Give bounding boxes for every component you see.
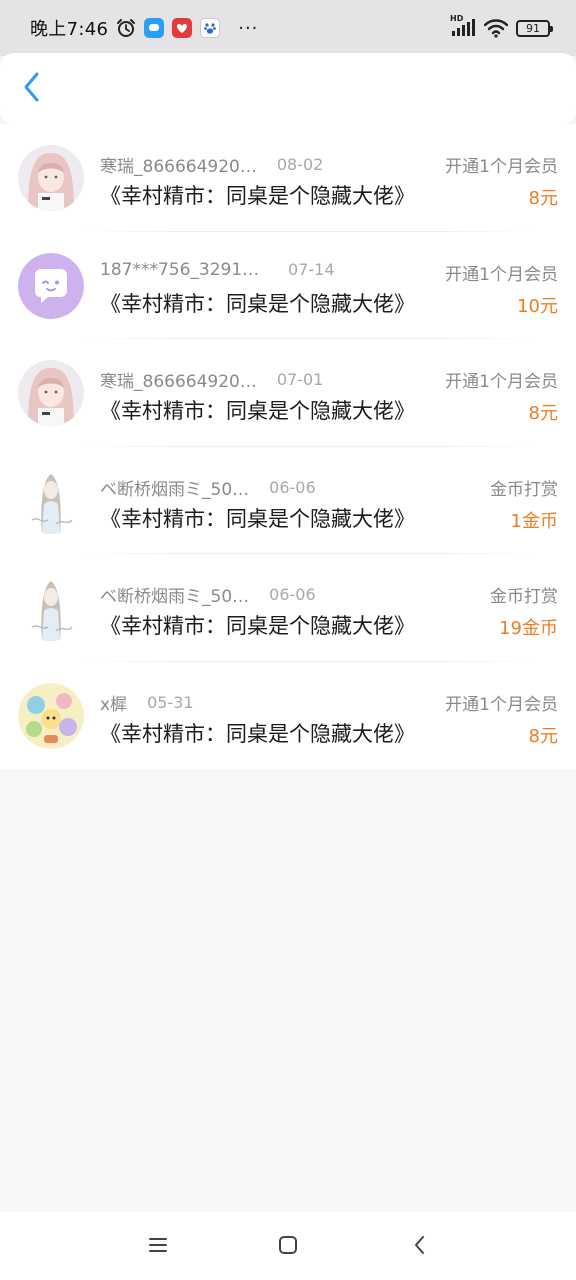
avatar[interactable] [18, 252, 84, 319]
avatar[interactable] [18, 467, 84, 534]
status-time: 晚上7:46 [30, 19, 109, 40]
status-right: HD 91 [450, 14, 553, 38]
record-date: 05-31 [147, 692, 194, 712]
record-amount: 19金币 [499, 618, 558, 639]
status-bar: 晚上7:46 ··· HD 91 [0, 0, 576, 56]
sketch-girl-avatar-icon [18, 575, 84, 641]
red-app-icon [172, 18, 193, 38]
record-amount: 1金币 [510, 510, 558, 532]
record-date: 07-14 [288, 260, 335, 279]
record-action: 开通1个月会员 [445, 264, 558, 285]
avatar[interactable] [18, 682, 84, 749]
list-item[interactable]: ベ断桥烟雨ミ_50… 06-06 《幸村精市：同桌是个隐藏大佬》 金币打赏 1金… [0, 447, 576, 555]
list-item[interactable]: 寒瑞_866664920… 08-02 《幸村精市：同桌是个隐藏大佬》 开通1个… [0, 124, 576, 232]
back-nav-button[interactable] [405, 1232, 435, 1262]
alarm-icon [116, 18, 136, 38]
record-action: 金币打赏 [490, 479, 558, 500]
menu-icon [148, 1236, 168, 1258]
avatar[interactable] [18, 145, 84, 211]
user-name[interactable]: ベ断桥烟雨ミ_50… [100, 582, 249, 607]
back-triangle-icon [412, 1235, 428, 1259]
record-amount: 8元 [528, 725, 558, 747]
baidu-app-icon [200, 18, 221, 38]
list-item[interactable]: 寒瑞_866664920… 07-01 《幸村精市：同桌是个隐藏大佬》 开通1个… [0, 339, 576, 447]
list-item[interactable]: 187***756_32916… 07-14 《幸村精市：同桌是个隐藏大佬》 开… [0, 232, 576, 340]
battery-level: 91 [526, 21, 540, 35]
book-title[interactable]: 《幸村精市：同桌是个隐藏大佬》 [100, 288, 415, 318]
chevron-left-icon [22, 71, 42, 107]
book-title[interactable]: 《幸村精市：同桌是个隐藏大佬》 [100, 718, 415, 748]
more-dots-icon: ··· [238, 17, 259, 39]
back-button[interactable] [14, 71, 50, 107]
record-date: 08-02 [276, 155, 324, 174]
app-root: 晚上7:46 ··· HD 91 寒瑞_866664920… 08-02 《幸村… [0, 0, 576, 1280]
sketch-girl-avatar-icon [18, 467, 84, 534]
avatar[interactable] [18, 575, 84, 641]
home-button[interactable] [273, 1232, 303, 1262]
record-date: 06-06 [269, 585, 316, 604]
book-title[interactable]: 《幸村精市：同桌是个隐藏大佬》 [100, 395, 415, 425]
book-title[interactable]: 《幸村精市：同桌是个隐藏大佬》 [100, 503, 415, 533]
user-name[interactable]: 187***756_32916… [100, 260, 268, 280]
network-label: HD [450, 14, 464, 23]
avatar[interactable] [18, 360, 84, 426]
record-action: 开通1个月会员 [445, 372, 558, 392]
record-action: 开通1个月会员 [445, 694, 558, 715]
list-item[interactable]: ベ断桥烟雨ミ_50… 06-06 《幸村精市：同桌是个隐藏大佬》 金币打赏 19… [0, 554, 576, 662]
user-line: x樨 05-31 [100, 690, 194, 715]
status-left: 晚上7:46 ··· [30, 15, 258, 41]
record-amount: 8元 [528, 188, 558, 209]
user-line: 187***756_32916… 07-14 [100, 260, 335, 280]
cartoon-collage-avatar-icon [18, 682, 84, 749]
record-amount: 10元 [517, 295, 558, 317]
battery-icon: 91 [516, 19, 553, 37]
user-name[interactable]: ベ断桥烟雨ミ_50… [100, 475, 249, 500]
user-line: 寒瑞_866664920… 08-02 [100, 152, 323, 177]
chat-app-icon [144, 18, 165, 38]
record-list: 寒瑞_866664920… 08-02 《幸村精市：同桌是个隐藏大佬》 开通1个… [0, 124, 576, 769]
header-bar [0, 53, 576, 125]
user-name[interactable]: 寒瑞_866664920… [100, 152, 257, 177]
list-item[interactable]: x樨 05-31 《幸村精市：同桌是个隐藏大佬》 开通1个月会员 8元 [0, 662, 576, 770]
user-line: ベ断桥烟雨ミ_50… 06-06 [100, 475, 316, 500]
home-square-icon [278, 1235, 298, 1259]
record-action: 金币打赏 [490, 587, 558, 607]
system-nav-bar [0, 1212, 576, 1280]
default-chat-avatar-icon [18, 252, 84, 319]
user-name[interactable]: 寒瑞_866664920… [100, 367, 257, 392]
record-amount: 8元 [528, 403, 558, 424]
user-name[interactable]: x樨 [100, 690, 127, 715]
user-line: ベ断桥烟雨ミ_50… 06-06 [100, 582, 316, 607]
signal-icon: HD [450, 14, 476, 38]
user-line: 寒瑞_866664920… 07-01 [100, 367, 323, 392]
record-date: 07-01 [276, 370, 324, 389]
anime-girl-avatar-icon [18, 145, 84, 211]
menu-button[interactable] [143, 1232, 173, 1262]
book-title[interactable]: 《幸村精市：同桌是个隐藏大佬》 [100, 180, 415, 210]
wifi-icon [484, 18, 508, 38]
anime-girl-avatar-icon [18, 360, 84, 426]
book-title[interactable]: 《幸村精市：同桌是个隐藏大佬》 [100, 610, 415, 640]
record-date: 06-06 [269, 477, 316, 497]
record-action: 开通1个月会员 [445, 157, 558, 177]
